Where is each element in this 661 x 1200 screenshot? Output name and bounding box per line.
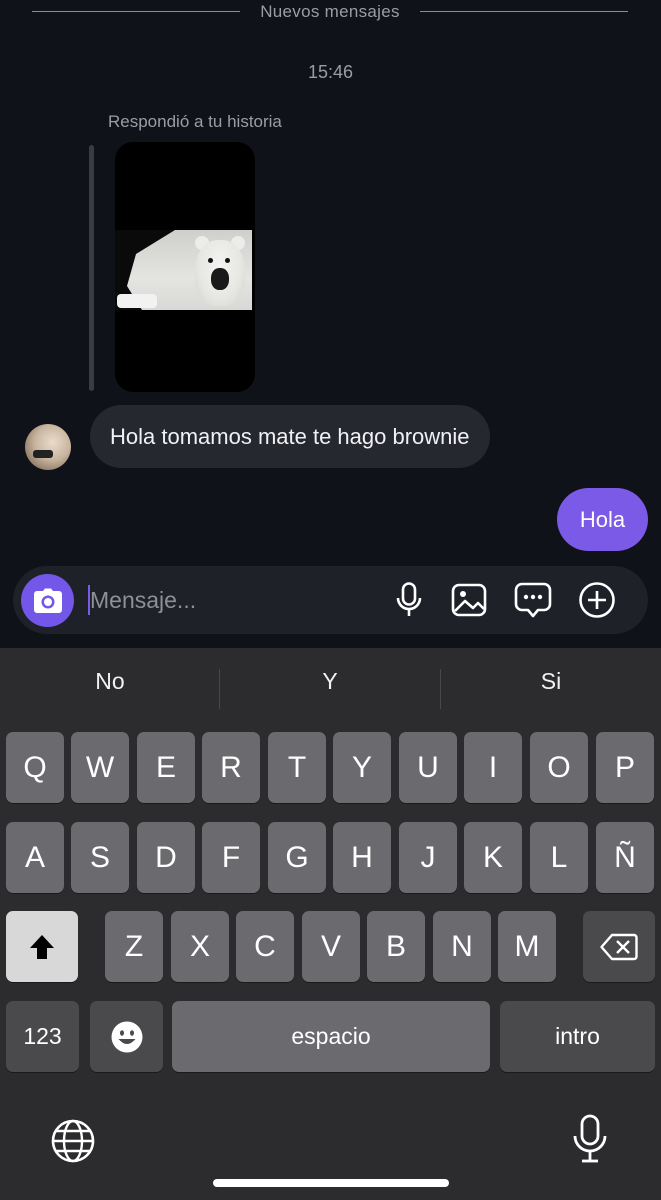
key-f[interactable]: F bbox=[202, 822, 260, 893]
globe-button[interactable] bbox=[50, 1118, 96, 1164]
divider-label: Nuevos mensajes bbox=[260, 2, 400, 21]
key-r[interactable]: R bbox=[202, 732, 260, 803]
add-button[interactable] bbox=[577, 580, 617, 620]
dictation-icon bbox=[573, 1114, 607, 1163]
story-reply-label: Respondió a tu historia bbox=[108, 112, 282, 131]
key-q[interactable]: Q bbox=[6, 732, 64, 803]
camera-icon bbox=[33, 588, 62, 613]
story-photo bbox=[115, 230, 252, 310]
key-p[interactable]: P bbox=[596, 732, 654, 803]
return-key[interactable]: intro bbox=[500, 1001, 655, 1072]
emoji-key[interactable] bbox=[90, 1001, 163, 1072]
key-n[interactable]: N bbox=[433, 911, 491, 982]
key-k[interactable]: K bbox=[464, 822, 522, 893]
key-o[interactable]: O bbox=[530, 732, 588, 803]
incoming-message-bubble[interactable]: Hola tomamos mate te hago brownie bbox=[90, 405, 490, 468]
suggestion-bar: No Y Si bbox=[0, 648, 661, 728]
backspace-icon bbox=[600, 933, 638, 960]
key-w[interactable]: W bbox=[71, 732, 129, 803]
sticker-button[interactable] bbox=[513, 580, 553, 620]
shift-icon bbox=[30, 934, 54, 959]
chat-area: Nuevos mensajes 15:46 Respondió a tu his… bbox=[0, 0, 661, 648]
key-j[interactable]: J bbox=[399, 822, 457, 893]
key-l[interactable]: L bbox=[530, 822, 588, 893]
suggestion-item[interactable]: No bbox=[0, 668, 220, 695]
space-key[interactable]: espacio bbox=[172, 1001, 490, 1072]
key-b[interactable]: B bbox=[367, 911, 425, 982]
microphone-button[interactable] bbox=[389, 580, 429, 620]
key-e[interactable]: E bbox=[137, 732, 195, 803]
key-s[interactable]: S bbox=[71, 822, 129, 893]
key-a[interactable]: A bbox=[6, 822, 64, 893]
key-c[interactable]: C bbox=[236, 911, 294, 982]
key-z[interactable]: Z bbox=[105, 911, 163, 982]
sender-avatar[interactable] bbox=[25, 424, 71, 470]
key-m[interactable]: M bbox=[498, 911, 556, 982]
key-n-tilde[interactable]: Ñ bbox=[596, 822, 654, 893]
keyboard: No Y Si Q W E R T Y U I O P A S D F G H … bbox=[0, 648, 661, 1200]
key-h[interactable]: H bbox=[333, 822, 391, 893]
new-messages-divider: Nuevos mensajes bbox=[0, 0, 661, 24]
backspace-key[interactable] bbox=[583, 911, 655, 982]
add-icon bbox=[579, 582, 615, 618]
divider-line bbox=[32, 11, 240, 12]
suggestion-item[interactable]: Si bbox=[441, 668, 661, 695]
globe-icon bbox=[51, 1119, 95, 1163]
key-v[interactable]: V bbox=[302, 911, 360, 982]
key-i[interactable]: I bbox=[464, 732, 522, 803]
divider-line bbox=[420, 11, 628, 12]
message-composer bbox=[13, 566, 648, 634]
key-y[interactable]: Y bbox=[333, 732, 391, 803]
shift-key[interactable] bbox=[6, 911, 78, 982]
gallery-icon bbox=[451, 583, 487, 617]
emoji-icon bbox=[111, 1021, 142, 1052]
dictation-button[interactable] bbox=[570, 1114, 610, 1164]
reply-quote-bar bbox=[89, 145, 94, 391]
key-t[interactable]: T bbox=[268, 732, 326, 803]
numbers-key[interactable]: 123 bbox=[6, 1001, 79, 1072]
camera-button[interactable] bbox=[21, 574, 74, 627]
gallery-button[interactable] bbox=[449, 580, 489, 620]
outgoing-message-bubble[interactable]: Hola bbox=[557, 488, 648, 551]
message-timestamp: 15:46 bbox=[307, 62, 354, 82]
message-input[interactable] bbox=[90, 580, 370, 620]
key-g[interactable]: G bbox=[268, 822, 326, 893]
sticker-icon bbox=[514, 582, 552, 618]
suggestion-item[interactable]: Y bbox=[220, 668, 440, 695]
story-thumbnail[interactable] bbox=[115, 142, 255, 392]
key-x[interactable]: X bbox=[171, 911, 229, 982]
home-indicator bbox=[213, 1179, 449, 1187]
key-u[interactable]: U bbox=[399, 732, 457, 803]
microphone-icon bbox=[396, 582, 422, 616]
key-d[interactable]: D bbox=[137, 822, 195, 893]
